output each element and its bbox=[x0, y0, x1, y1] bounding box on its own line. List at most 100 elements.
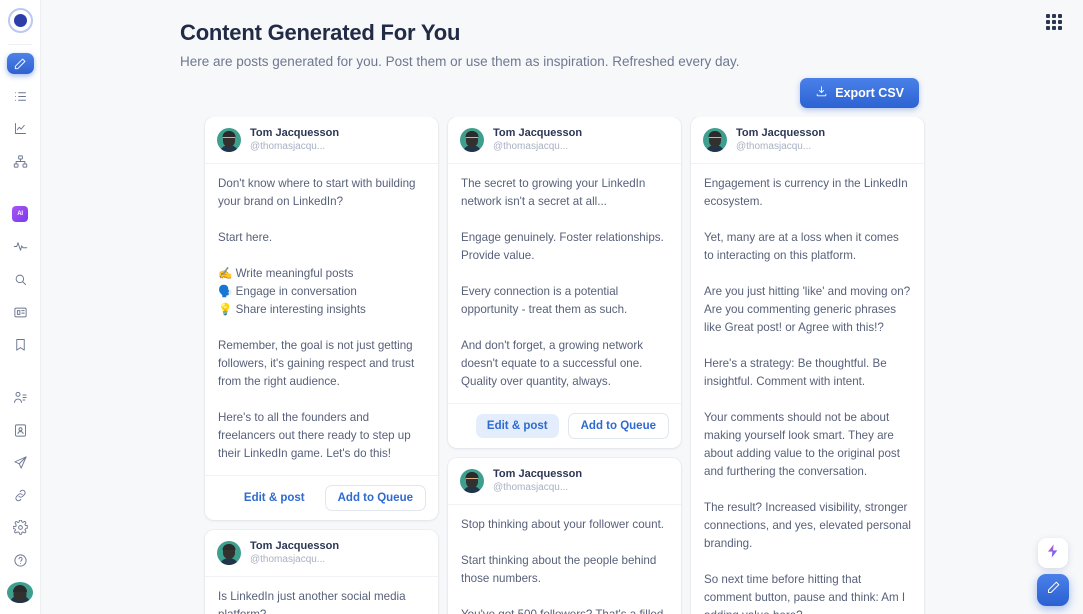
avatar bbox=[217, 128, 241, 153]
newspaper-icon bbox=[13, 305, 28, 320]
main-content: Content Generated For You Here are posts… bbox=[41, 0, 1083, 614]
post-card-header: Tom Jacquesson @thomasjacqu... bbox=[448, 458, 681, 506]
post-card-header: Tom Jacquesson @thomasjacqu... bbox=[205, 530, 438, 577]
page-subtitle: Here are posts generated for you. Post t… bbox=[180, 54, 740, 69]
grid-cell bbox=[1052, 26, 1056, 30]
author-block: Tom Jacquesson @thomasjacqu... bbox=[493, 468, 582, 494]
post-body: Stop thinking about your follower count.… bbox=[461, 518, 665, 614]
sidebar-item-help[interactable] bbox=[7, 550, 34, 572]
sidebar-item-send[interactable] bbox=[7, 452, 34, 474]
add-to-queue-button[interactable]: Add to Queue bbox=[324, 484, 426, 511]
sidebar-item-activity[interactable] bbox=[7, 236, 34, 258]
grid-cell bbox=[1052, 20, 1056, 24]
author-name: Tom Jacquesson bbox=[736, 127, 826, 139]
sidebar-item-bookmarks[interactable] bbox=[7, 334, 34, 356]
author-handle: @thomasjacqu... bbox=[493, 140, 569, 152]
download-icon bbox=[815, 85, 828, 101]
post-body: Is LinkedIn just another social media pl… bbox=[218, 590, 406, 614]
post-card: Tom Jacquesson @thomasjacqu... Engagemen… bbox=[691, 117, 924, 614]
pulse-icon bbox=[13, 239, 28, 254]
author-name: Tom Jacquesson bbox=[250, 127, 340, 139]
sidebar-item-contacts[interactable] bbox=[7, 387, 34, 409]
grid-cell bbox=[1052, 14, 1056, 18]
post-card: Tom Jacquesson @thomasjacqu... The secre… bbox=[448, 117, 681, 448]
pencil-icon bbox=[1046, 580, 1061, 600]
avatar bbox=[460, 469, 484, 493]
avatar-hair bbox=[222, 131, 236, 137]
grid-cell bbox=[1058, 26, 1062, 30]
grid-cell bbox=[1058, 14, 1062, 18]
author-name: Tom Jacquesson bbox=[493, 127, 583, 139]
author-name: Tom Jacquesson bbox=[493, 467, 583, 480]
sidebar-item-crm[interactable] bbox=[7, 420, 34, 442]
list-icon bbox=[13, 89, 28, 104]
author-block: Tom Jacquesson @thomasjacqu... bbox=[736, 127, 825, 153]
author-block: Tom Jacquesson @thomasjacqu... bbox=[250, 540, 339, 566]
sidebar-item-ai[interactable]: AI bbox=[7, 204, 34, 226]
avatar bbox=[460, 128, 484, 153]
app-logo[interactable] bbox=[7, 0, 33, 42]
author-handle: @thomasjacqu... bbox=[736, 140, 812, 152]
column-1: Tom Jacquesson @thomasjacqu... Don't kno… bbox=[205, 117, 438, 614]
sidebar-item-links[interactable] bbox=[7, 485, 34, 507]
post-body: The secret to growing your LinkedIn netw… bbox=[461, 177, 664, 388]
search-icon bbox=[13, 272, 28, 287]
post-card-header: Tom Jacquesson @thomasjacqu... bbox=[205, 117, 438, 165]
edit-and-post-button[interactable]: Edit & post bbox=[475, 413, 559, 438]
pencil-icon bbox=[13, 57, 27, 71]
add-to-queue-button[interactable]: Add to Queue bbox=[567, 412, 669, 439]
avatar-hair bbox=[465, 471, 479, 478]
author-block: Tom Jacquesson @thomasjacqu... bbox=[250, 127, 339, 153]
grid-cell bbox=[1046, 20, 1050, 24]
sidebar-item-search[interactable] bbox=[7, 269, 34, 291]
app-logo-dot bbox=[13, 14, 27, 27]
quick-action-button[interactable] bbox=[1038, 538, 1068, 568]
author-name: Tom Jacquesson bbox=[250, 539, 340, 552]
network-nodes-icon bbox=[13, 154, 28, 169]
grid-cell bbox=[1046, 14, 1050, 18]
author-handle: @thomasjacqu... bbox=[250, 140, 326, 152]
compose-button[interactable] bbox=[6, 52, 34, 75]
grid-apps-icon[interactable] bbox=[1046, 14, 1062, 30]
avatar-hair bbox=[13, 584, 27, 592]
link-icon bbox=[13, 488, 28, 503]
sidebar: AI bbox=[0, 0, 41, 614]
avatar[interactable] bbox=[7, 582, 33, 603]
column-2: Tom Jacquesson @thomasjacqu... The secre… bbox=[448, 117, 681, 614]
post-body: Engagement is currency in the LinkedIn e… bbox=[704, 177, 911, 614]
bookmark-icon bbox=[13, 337, 28, 352]
post-card-header: Tom Jacquesson @thomasjacqu... bbox=[448, 117, 681, 165]
author-handle: @thomasjacqu... bbox=[493, 481, 569, 493]
paper-plane-icon bbox=[13, 455, 28, 470]
sidebar-item-network[interactable] bbox=[7, 150, 34, 172]
avatar-hair bbox=[222, 543, 236, 550]
floating-compose-button[interactable] bbox=[1037, 574, 1069, 606]
lightning-bolt-icon bbox=[1045, 543, 1061, 564]
avatar bbox=[217, 540, 241, 565]
export-row: Export CSV bbox=[41, 69, 1083, 117]
sidebar-divider bbox=[8, 44, 32, 45]
avatar-hair bbox=[465, 131, 479, 137]
post-body: Don't know where to start with building … bbox=[218, 177, 416, 460]
post-card: Tom Jacquesson @thomasjacqu... Don't kno… bbox=[205, 117, 438, 520]
post-card: Tom Jacquesson @thomasjacqu... Stop thin… bbox=[448, 457, 681, 614]
sidebar-item-feed[interactable] bbox=[7, 301, 34, 323]
sidebar-item-list[interactable] bbox=[7, 85, 34, 107]
sidebar-item-analytics[interactable] bbox=[7, 118, 34, 140]
avatar bbox=[703, 128, 727, 153]
grid-cell bbox=[1046, 26, 1050, 30]
help-circle-icon bbox=[13, 553, 28, 568]
sidebar-item-settings[interactable] bbox=[7, 517, 34, 539]
edit-and-post-button[interactable]: Edit & post bbox=[233, 486, 316, 510]
column-3: Tom Jacquesson @thomasjacqu... Engagemen… bbox=[691, 117, 924, 614]
contact-card-icon bbox=[13, 423, 28, 438]
ai-chip-icon: AI bbox=[12, 206, 28, 223]
author-block: Tom Jacquesson @thomasjacqu... bbox=[493, 127, 582, 153]
topbar bbox=[41, 0, 1083, 40]
gear-icon bbox=[12, 520, 28, 536]
post-card: Tom Jacquesson @thomasjacqu... Is Linked… bbox=[205, 529, 438, 614]
avatar-hair bbox=[708, 131, 722, 137]
chart-line-icon bbox=[13, 121, 28, 136]
export-csv-button[interactable]: Export CSV bbox=[800, 78, 919, 108]
cards-columns: Tom Jacquesson @thomasjacqu... Don't kno… bbox=[41, 117, 1083, 614]
